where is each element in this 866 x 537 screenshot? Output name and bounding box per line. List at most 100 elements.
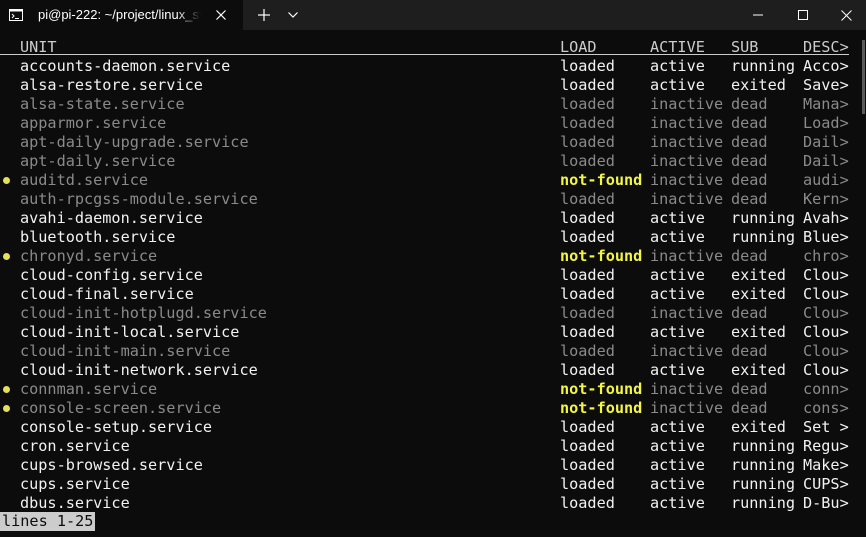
description: Mana>	[803, 95, 849, 113]
active-state: inactive	[650, 304, 724, 322]
table-row: cloud-init-main.service loaded inactive dea…	[0, 342, 849, 361]
description: audi>	[803, 171, 849, 189]
load-state: not-found	[560, 171, 643, 189]
sub-state: exited	[731, 266, 786, 284]
sub-state: dead	[731, 114, 768, 132]
table-row: alsa-restore.service loaded active exited Sa…	[0, 76, 849, 95]
sub-state: exited	[731, 418, 786, 436]
sub-state: dead	[731, 304, 768, 322]
table-row: cron.service loaded active running Regu>	[0, 437, 849, 456]
active-state: active	[650, 57, 705, 75]
table-row: apt-daily-upgrade.service loaded inactive d…	[0, 133, 849, 152]
unit-name: dbus.service	[20, 494, 130, 512]
maximize-icon[interactable]	[780, 0, 826, 30]
plus-icon[interactable]	[253, 4, 275, 26]
active-state: active	[650, 361, 705, 379]
close-icon[interactable]	[212, 6, 230, 24]
description: Kern>	[803, 190, 849, 208]
header-load: LOAD	[560, 38, 597, 56]
load-state: loaded	[560, 209, 615, 227]
scrollbar[interactable]	[862, 40, 866, 534]
active-state: active	[650, 285, 705, 303]
load-state: loaded	[560, 361, 615, 379]
description: Clou>	[803, 266, 849, 284]
active-state: active	[650, 437, 705, 455]
description: Set >	[803, 418, 849, 436]
description: conn>	[803, 380, 849, 398]
description: Avah>	[803, 209, 849, 227]
load-state: loaded	[560, 152, 615, 170]
unit-name: cloud-init-main.service	[20, 342, 231, 360]
sub-state: dead	[731, 171, 768, 189]
load-state: loaded	[560, 57, 615, 75]
unit-name: apt-daily-upgrade.service	[20, 133, 249, 151]
sub-state: dead	[731, 152, 768, 170]
sub-state: running	[731, 475, 796, 493]
table-row: cloud-init-network.service loaded active ex…	[0, 361, 849, 380]
load-state: not-found	[560, 399, 643, 417]
active-state: inactive	[650, 399, 724, 417]
unit-name: console-setup.service	[20, 418, 213, 436]
unit-name: cloud-init-network.service	[20, 361, 258, 379]
active-state: active	[650, 76, 705, 94]
unit-name: auditd.service	[20, 171, 149, 189]
active-state: active	[650, 266, 705, 284]
load-state: loaded	[560, 494, 615, 512]
description: Clou>	[803, 285, 849, 303]
unit-name: avahi-daemon.service	[20, 209, 203, 227]
unit-name: alsa-restore.service	[20, 76, 203, 94]
table-row: connman.service not-found inactive dead conn…	[0, 380, 849, 399]
terminal-tab[interactable]: pi@pi-222: ~/project/linux_sy	[0, 0, 243, 30]
load-state: loaded	[560, 76, 615, 94]
load-state: loaded	[560, 304, 615, 322]
description: cons>	[803, 399, 849, 417]
close-icon[interactable]	[826, 0, 866, 30]
unit-name: chronyd.service	[20, 247, 158, 265]
table-row: alsa-state.service loaded inactive dead Mana…	[0, 95, 849, 114]
table-row: cloud-init-hotplugd.service loaded inactiv…	[0, 304, 849, 323]
terminal-output[interactable]: UNIT LOAD ACTIVE SUB DESC> accounts-daem…	[0, 30, 866, 537]
description: Clou>	[803, 323, 849, 341]
description: Regu>	[803, 437, 849, 455]
table-row: cloud-final.service loaded active exited Clo…	[0, 285, 849, 304]
active-state: inactive	[650, 342, 724, 360]
load-state: loaded	[560, 266, 615, 284]
unit-name: apparmor.service	[20, 114, 167, 132]
sub-state: running	[731, 209, 796, 227]
active-state: inactive	[650, 380, 724, 398]
description: Make>	[803, 456, 849, 474]
table-row: cups-browsed.service loaded active running M…	[0, 456, 849, 475]
header-description: DESC>	[803, 38, 849, 56]
sub-state: running	[731, 437, 796, 455]
description: Clou>	[803, 304, 849, 322]
load-state: loaded	[560, 190, 615, 208]
sub-state: dead	[731, 133, 768, 151]
scrollbar-thumb[interactable]	[862, 40, 865, 114]
load-state: loaded	[560, 342, 615, 360]
active-state: inactive	[650, 114, 724, 132]
unit-name: cups-browsed.service	[20, 456, 203, 474]
load-state: loaded	[560, 456, 615, 474]
title-bar: pi@pi-222: ~/project/linux_sy	[0, 0, 866, 30]
chevron-down-icon[interactable]	[282, 4, 304, 26]
terminal-icon	[9, 8, 23, 21]
sub-state: dead	[731, 399, 768, 417]
unit-name: connman.service	[20, 380, 158, 398]
unit-name: apt-daily.service	[20, 152, 176, 170]
description: Dail>	[803, 133, 849, 151]
unit-name: accounts-daemon.service	[20, 57, 231, 75]
active-state: active	[650, 456, 705, 474]
minimize-icon[interactable]	[735, 0, 781, 30]
sub-state: running	[731, 57, 796, 75]
header-sub: SUB	[731, 38, 759, 56]
active-state: active	[650, 494, 705, 512]
description: CUPS>	[803, 475, 849, 493]
unit-name: alsa-state.service	[20, 95, 185, 113]
unit-name: console-screen.service	[20, 399, 222, 417]
unit-name: cloud-final.service	[20, 285, 194, 303]
description: Blue>	[803, 228, 849, 246]
sub-state: running	[731, 456, 796, 474]
table-row: auditd.service not-found inactive dead audi>	[0, 171, 849, 190]
sub-state: exited	[731, 323, 786, 341]
table-row: cloud-init-local.service loaded active exit…	[0, 323, 849, 342]
